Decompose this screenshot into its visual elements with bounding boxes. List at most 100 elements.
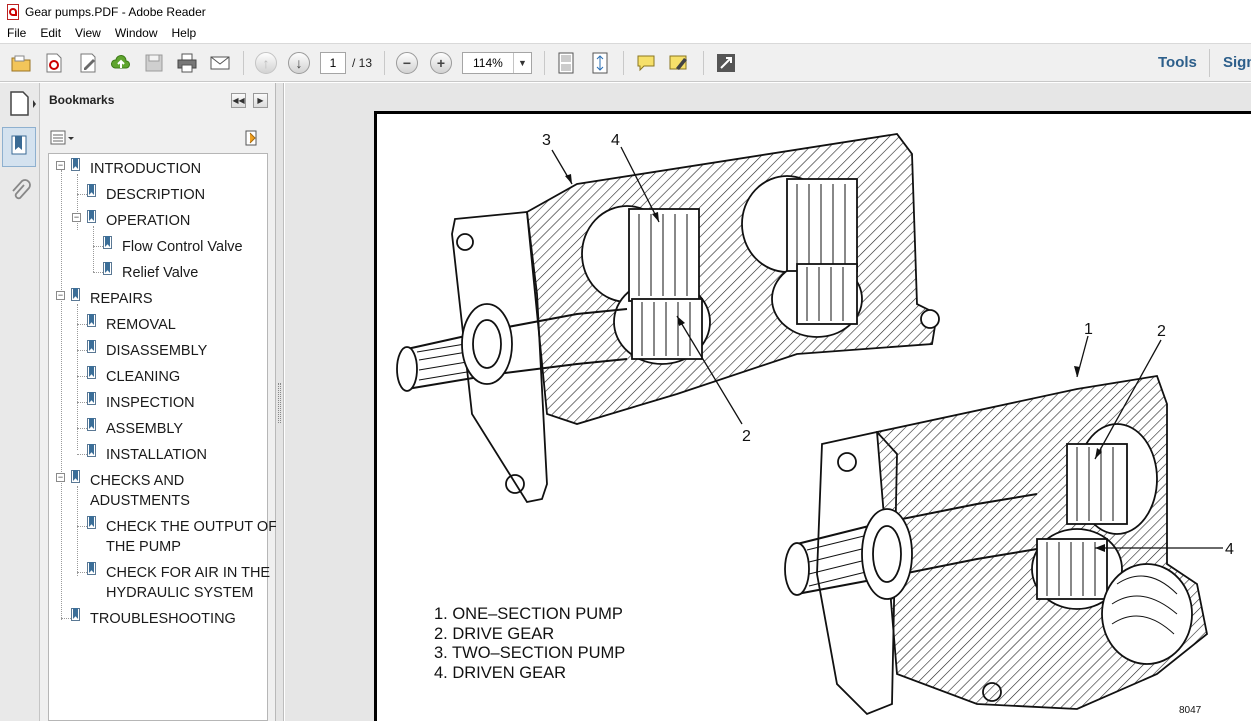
- bookmark-check-output[interactable]: CHECK THE OUTPUT OF: [106, 517, 277, 537]
- bookmark-options-button[interactable]: [50, 130, 76, 146]
- tools-pane-link[interactable]: Tools: [1158, 54, 1197, 71]
- create-pdf-button[interactable]: [41, 51, 67, 75]
- fit-page-icon: [592, 52, 608, 74]
- next-page-button[interactable]: ↓: [286, 51, 312, 75]
- arrow-up-icon: ↑: [255, 52, 277, 74]
- bookmark-icon: [71, 288, 82, 303]
- double-chevron-left-icon: ◀◀: [232, 96, 245, 105]
- bookmark-flow-control-valve[interactable]: Flow Control Valve: [122, 237, 243, 257]
- adobe-reader-icon: [5, 3, 21, 20]
- bookmark-checks-and-adjustments[interactable]: CHECKS AND: [90, 471, 184, 491]
- bookmark-installation[interactable]: INSTALLATION: [106, 445, 207, 465]
- bookmark-icon: [87, 210, 98, 225]
- bookmark-troubleshooting[interactable]: TROUBLESHOOTING: [90, 609, 236, 629]
- bookmark-assembly[interactable]: ASSEMBLY: [106, 419, 183, 439]
- collapse-toggle-introduction[interactable]: −: [56, 161, 65, 170]
- legend-item: 1. ONE–SECTION PUMP: [434, 605, 623, 623]
- menu-file[interactable]: File: [0, 23, 33, 43]
- scrolling-mode-button[interactable]: [553, 51, 579, 75]
- page-total: / 13: [352, 56, 373, 70]
- page-number-input[interactable]: 1: [320, 52, 346, 74]
- collapse-panel-button[interactable]: ◀◀: [231, 93, 246, 108]
- menu-edit[interactable]: Edit: [33, 23, 68, 43]
- zoom-out-button[interactable]: −: [394, 51, 420, 75]
- speech-bubble-icon: [637, 55, 655, 72]
- bookmark-relief-valve[interactable]: Relief Valve: [122, 263, 198, 283]
- legend-item: 3. TWO–SECTION PUMP: [434, 644, 626, 662]
- highlight-button[interactable]: [666, 51, 692, 75]
- legend-item: 4. DRIVEN GEAR: [434, 663, 567, 682]
- bookmark-icon: [71, 608, 82, 623]
- callout-2-lower: 2: [1157, 323, 1166, 340]
- bookmark-repairs[interactable]: REPAIRS: [90, 289, 153, 309]
- bookmark-removal[interactable]: REMOVAL: [106, 315, 176, 335]
- new-bookmark-button[interactable]: [243, 129, 261, 147]
- menu-view[interactable]: View: [68, 23, 108, 43]
- collapse-toggle-repairs[interactable]: −: [56, 291, 65, 300]
- bookmark-icon: [11, 135, 27, 155]
- page-thumbnails-button[interactable]: [6, 89, 36, 119]
- attachments-button[interactable]: [8, 179, 32, 203]
- edit-document-icon: [80, 53, 96, 73]
- callout-3: 3: [542, 132, 551, 149]
- document-viewport[interactable]: 3 4 2 1 2 4 1. ONE–SECTION PUMP 2. DRIVE…: [285, 83, 1251, 721]
- bookmark-check-air[interactable]: CHECK FOR AIR IN THE: [106, 563, 270, 583]
- open-file-button[interactable]: [8, 51, 34, 75]
- highlighter-icon: [669, 55, 687, 70]
- fit-page-button[interactable]: [587, 51, 613, 75]
- print-button[interactable]: [174, 51, 200, 75]
- arrow-down-icon: ↓: [288, 52, 310, 74]
- create-pdf-icon: [46, 53, 62, 73]
- bookmark-check-output-line2[interactable]: THE PUMP: [106, 537, 181, 557]
- zoom-select[interactable]: 114% ▼: [462, 52, 532, 74]
- bookmark-disassembly[interactable]: DISASSEMBLY: [106, 341, 207, 361]
- panel-splitter[interactable]: [276, 83, 284, 721]
- bookmark-operation[interactable]: OPERATION: [106, 211, 190, 231]
- envelope-icon: [210, 56, 230, 70]
- bookmarks-tab[interactable]: [2, 127, 36, 167]
- page-thumbnails-icon: [10, 91, 36, 116]
- save-button[interactable]: [141, 51, 167, 75]
- menu-help[interactable]: Help: [165, 23, 204, 43]
- bookmark-cleaning[interactable]: CLEANING: [106, 367, 180, 387]
- comment-button[interactable]: [633, 51, 659, 75]
- collapse-toggle-checks[interactable]: −: [56, 473, 65, 482]
- bookmark-icon: [87, 340, 98, 355]
- open-folder-icon: [11, 55, 31, 72]
- bookmark-icon: [87, 392, 98, 407]
- previous-page-button[interactable]: ↑: [253, 51, 279, 75]
- bookmarks-header: Bookmarks ◀◀ ▶: [40, 83, 276, 119]
- zoom-value: 114%: [473, 56, 503, 70]
- bookmark-icon: [87, 444, 98, 459]
- upload-cloud-button[interactable]: [108, 51, 134, 75]
- bookmark-introduction[interactable]: INTRODUCTION: [90, 159, 201, 179]
- menu-window[interactable]: Window: [108, 23, 165, 43]
- minus-icon: −: [396, 52, 418, 74]
- zoom-in-button[interactable]: +: [428, 51, 454, 75]
- bookmark-description[interactable]: DESCRIPTION: [106, 185, 205, 205]
- bookmark-icon: [87, 562, 98, 577]
- expand-icon: [717, 54, 735, 72]
- bookmark-icon: [71, 158, 82, 173]
- email-button[interactable]: [207, 51, 233, 75]
- edit-pdf-button[interactable]: [75, 51, 101, 75]
- figure-legend: 1. ONE–SECTION PUMP 2. DRIVE GEAR 3. TWO…: [434, 605, 625, 683]
- bookmark-checks-and-adjustments-line2[interactable]: ADUSTMENTS: [90, 491, 190, 511]
- options-list-icon: [50, 130, 74, 145]
- legend-item: 2. DRIVE GEAR: [434, 624, 555, 643]
- collapse-toggle-operation[interactable]: −: [72, 213, 81, 222]
- chevron-down-icon[interactable]: ▼: [513, 53, 531, 73]
- panel-menu-button[interactable]: ▶: [253, 93, 268, 108]
- callout-4-lower: 4: [1225, 541, 1234, 558]
- callout-2-upper: 2: [742, 428, 751, 445]
- plus-icon: +: [430, 52, 452, 74]
- pdf-page: 3 4 2 1 2 4 1. ONE–SECTION PUMP 2. DRIVE…: [374, 111, 1251, 721]
- paperclip-icon: [12, 179, 31, 200]
- chevron-right-icon: ▶: [257, 96, 264, 105]
- new-bookmark-icon: [245, 130, 257, 146]
- bookmark-inspection[interactable]: INSPECTION: [106, 393, 195, 413]
- title-bar: Gear pumps.PDF - Adobe Reader: [0, 0, 1251, 23]
- sign-pane-link[interactable]: Sign: [1223, 54, 1251, 71]
- full-screen-button[interactable]: [713, 51, 739, 75]
- bookmark-check-air-line2[interactable]: HYDRAULIC SYSTEM: [106, 583, 253, 603]
